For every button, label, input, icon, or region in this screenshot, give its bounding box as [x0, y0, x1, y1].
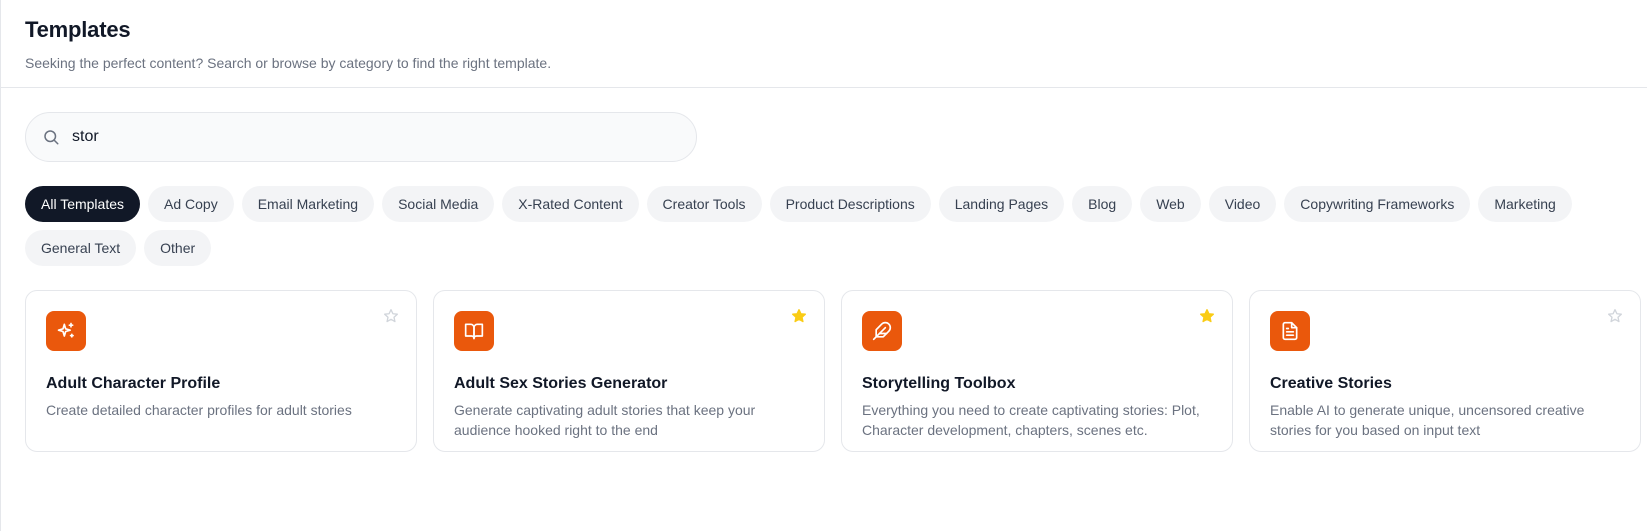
template-card[interactable]: Creative Stories Enable AI to generate u… [1249, 290, 1641, 452]
left-border [0, 0, 1, 531]
page-header: Templates Seeking the perfect content? S… [0, 0, 1647, 88]
category-chip-copywriting-frameworks[interactable]: Copywriting Frameworks [1284, 186, 1471, 222]
category-chip-other[interactable]: Other [144, 230, 212, 266]
category-chip-product-descriptions[interactable]: Product Descriptions [769, 186, 931, 222]
category-chip-ad-copy[interactable]: Ad Copy [148, 186, 234, 222]
template-description: Everything you need to create captivatin… [862, 402, 1200, 438]
file-text-icon [1270, 311, 1310, 351]
template-title: Adult Sex Stories Generator [454, 375, 668, 392]
category-chip-landing-pages[interactable]: Landing Pages [938, 186, 1065, 222]
star-outline-icon[interactable] [382, 307, 400, 325]
template-card[interactable]: Adult Sex Stories Generator Generate cap… [433, 290, 825, 452]
category-chip-marketing[interactable]: Marketing [1478, 186, 1572, 222]
star-filled-icon[interactable] [790, 307, 808, 325]
category-chip-x-rated-content[interactable]: X-Rated Content [502, 186, 639, 222]
page-subtitle: Seeking the perfect content? Search or b… [25, 55, 552, 71]
category-chip-web[interactable]: Web [1140, 186, 1201, 222]
template-card[interactable]: Storytelling Toolbox Everything you need… [841, 290, 1233, 452]
template-title: Creative Stories [1270, 375, 1392, 392]
category-chip-video[interactable]: Video [1208, 186, 1277, 222]
feather-icon [862, 311, 902, 351]
template-card[interactable]: Adult Character Profile Create detailed … [25, 290, 417, 452]
star-outline-icon[interactable] [1606, 307, 1624, 325]
category-filters: All Templates Ad Copy Email Marketing So… [25, 186, 1625, 266]
star-filled-icon[interactable] [1198, 307, 1216, 325]
template-title: Adult Character Profile [46, 375, 221, 392]
category-chip-general-text[interactable]: General Text [25, 230, 137, 266]
category-chip-all-templates[interactable]: All Templates [25, 186, 141, 222]
category-chip-creator-tools[interactable]: Creator Tools [646, 186, 762, 222]
sparkles-icon [46, 311, 86, 351]
template-grid: Adult Character Profile Create detailed … [25, 290, 1641, 452]
search-input[interactable] [72, 128, 652, 146]
category-chip-blog[interactable]: Blog [1072, 186, 1133, 222]
search-bar[interactable] [25, 112, 697, 162]
category-chip-social-media[interactable]: Social Media [382, 186, 495, 222]
template-description: Create detailed character profiles for a… [46, 402, 352, 418]
template-description: Generate captivating adult stories that … [454, 402, 756, 438]
template-title: Storytelling Toolbox [862, 375, 1016, 392]
book-open-icon [454, 311, 494, 351]
search-icon [42, 128, 60, 146]
category-chip-email-marketing[interactable]: Email Marketing [241, 186, 375, 222]
page-title: Templates [25, 17, 131, 42]
template-description: Enable AI to generate unique, uncensored… [1270, 402, 1585, 438]
